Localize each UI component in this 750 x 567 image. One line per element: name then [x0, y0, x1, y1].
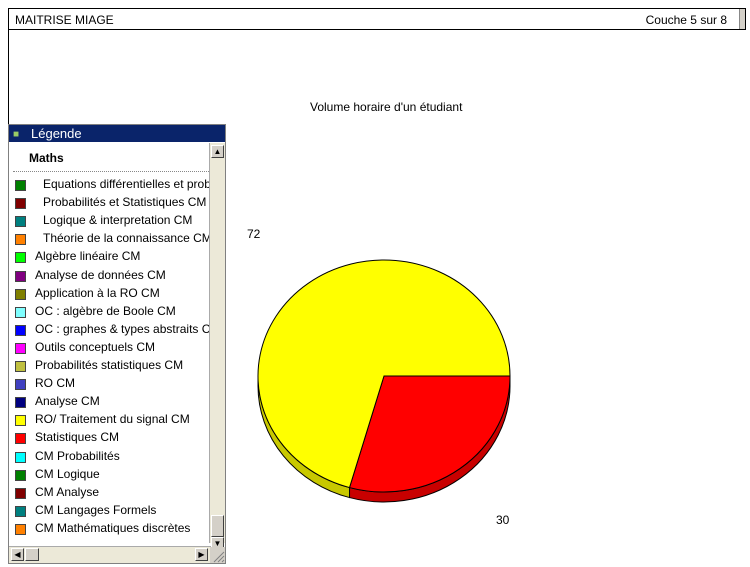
- legend-item-label: CM Probabilités: [35, 448, 120, 463]
- legend-item[interactable]: Probabilités statistiques CM: [13, 358, 211, 374]
- legend-color-swatch: [15, 505, 26, 517]
- legend-list: Maths Equations différentielles et probl…: [9, 143, 211, 541]
- horizontal-scroll-thumb[interactable]: [25, 548, 39, 561]
- legend-item[interactable]: OC : graphes & types abstraits CM: [13, 322, 211, 338]
- legend-item-label: Statistiques CM: [35, 430, 120, 445]
- legend-item-label: Application à la RO CM: [35, 285, 160, 300]
- legend-item-label: Théorie de la connaissance CM: [43, 231, 211, 246]
- legend-item[interactable]: Probabilités et Statistiques CM: [13, 195, 211, 211]
- legend-item-label: Logique & interpretation CM: [43, 213, 193, 228]
- legend-item-label: CM Langages Formels: [35, 502, 157, 517]
- legend-item-label: RO CM: [35, 376, 75, 391]
- legend-item-label: Outils conceptuels CM: [35, 339, 156, 354]
- legend-color-swatch: [15, 397, 26, 409]
- scroll-up-arrow-icon[interactable]: ▲: [211, 145, 224, 158]
- legend-item-label: RO/ Traitement du signal CM: [35, 412, 190, 427]
- legend-color-swatch: [15, 270, 26, 282]
- legend-panel: ■ Légende Maths Equations différentielle…: [8, 124, 226, 564]
- legend-item[interactable]: CM Logique: [13, 467, 211, 483]
- legend-item[interactable]: Logique & interpretation CM: [13, 213, 211, 229]
- legend-group-divider: [13, 171, 209, 172]
- legend-color-swatch: [15, 433, 26, 445]
- legend-color-swatch: [15, 451, 26, 463]
- legend-item-label: Algèbre linéaire CM: [35, 249, 141, 264]
- legend-item-label: OC : graphes & types abstraits CM: [35, 321, 211, 336]
- legend-item-label: Analyse de données CM: [35, 267, 166, 282]
- legend-item-label: CM Logique: [35, 466, 100, 481]
- legend-color-swatch: [15, 198, 26, 210]
- pie-value-label-30: 30: [496, 513, 510, 527]
- legend-item[interactable]: CM Probabilités: [13, 449, 211, 465]
- legend-title: Légende: [31, 126, 82, 141]
- legend-item[interactable]: RO CM: [13, 376, 211, 392]
- legend-color-swatch: [15, 415, 26, 427]
- legend-color-swatch: [15, 523, 26, 535]
- legend-icon: ■: [13, 129, 20, 140]
- legend-item[interactable]: RO/ Traitement du signal CM: [13, 412, 211, 428]
- legend-color-swatch: [15, 342, 26, 354]
- legend-item[interactable]: Application à la RO CM: [13, 286, 211, 302]
- legend-header[interactable]: ■ Légende: [9, 125, 225, 142]
- legend-color-swatch: [15, 361, 26, 372]
- legend-item-label: OC : algèbre de Boole CM: [35, 303, 176, 318]
- legend-group-title: Maths: [29, 151, 64, 165]
- resize-grip-icon[interactable]: [210, 547, 225, 563]
- legend-item[interactable]: Analyse CM: [13, 394, 211, 410]
- legend-item-label: Probabilités statistiques CM: [35, 358, 184, 372]
- legend-item[interactable]: OC : algèbre de Boole CM: [13, 304, 211, 320]
- legend-item-label: CM Mathématiques discrètes: [35, 520, 191, 535]
- legend-color-swatch: [15, 469, 26, 481]
- scroll-right-arrow-icon[interactable]: ▶: [195, 548, 208, 561]
- legend-item[interactable]: CM Langages Formels: [13, 503, 211, 519]
- legend-item[interactable]: Analyse de données CM: [13, 268, 211, 284]
- legend-color-swatch: [15, 379, 26, 391]
- legend-horizontal-scrollbar[interactable]: ◀ ▶: [9, 546, 211, 563]
- legend-item[interactable]: Théorie de la connaissance CM: [13, 231, 211, 247]
- legend-color-swatch: [15, 324, 26, 336]
- legend-item[interactable]: CM Mathématiques discrètes: [13, 521, 211, 537]
- legend-item-label: Analyse CM: [35, 394, 100, 409]
- legend-color-swatch: [15, 306, 26, 318]
- scroll-left-arrow-icon[interactable]: ◀: [11, 548, 24, 561]
- legend-item-label: CM Analyse: [35, 484, 100, 499]
- resize-grip-lines: [213, 551, 225, 563]
- legend-color-swatch: [15, 234, 26, 246]
- scroll-thumb[interactable]: [211, 515, 224, 537]
- legend-color-swatch: [15, 252, 26, 264]
- legend-item[interactable]: Outils conceptuels CM: [13, 340, 211, 356]
- legend-item[interactable]: Statistiques CM: [13, 430, 211, 446]
- legend-item-label: Probabilités et Statistiques CM: [43, 195, 207, 210]
- legend-vertical-scrollbar[interactable]: ▲ ▼: [209, 143, 225, 550]
- legend-color-swatch: [15, 180, 26, 191]
- legend-item[interactable]: Equations différentielles et probl: [13, 177, 211, 193]
- legend-color-swatch: [15, 288, 26, 300]
- legend-color-swatch: [15, 216, 26, 228]
- legend-item[interactable]: Algèbre linéaire CM: [13, 249, 211, 265]
- legend-item[interactable]: CM Analyse: [13, 485, 211, 501]
- legend-item-label: Equations différentielles et probl: [43, 177, 211, 191]
- pie-value-label-72: 72: [247, 227, 261, 241]
- legend-color-swatch: [15, 487, 26, 499]
